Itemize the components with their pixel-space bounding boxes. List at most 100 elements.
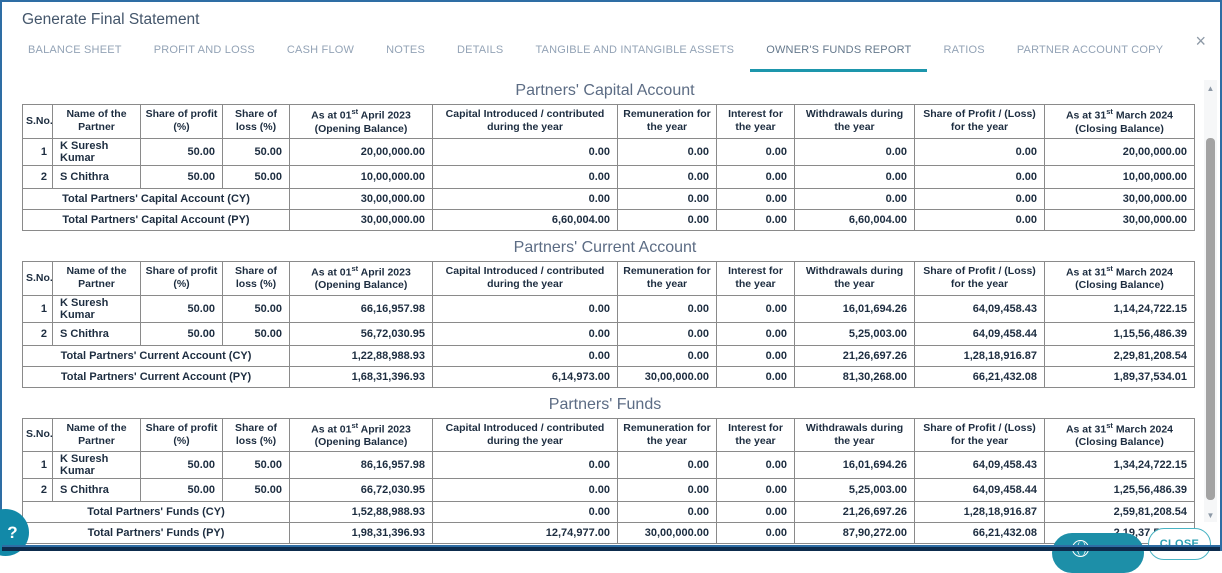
table-cell: 30,00,000.00	[289, 187, 433, 210]
column-header: As at 01st April 2023 (Opening Balance)	[289, 417, 433, 453]
table-cell: 0.00	[617, 187, 717, 210]
generate-final-statement-window: { "window": { "title": "Generate Final S…	[0, 0, 1222, 573]
table-cell: 2,59,81,208.54	[1044, 501, 1195, 524]
table-row: 1K Suresh Kumar 50.00 50.00 66,16,957.98 0.0…	[22, 294, 1195, 323]
column-header: Share of Profit / (Loss) for the year	[914, 417, 1045, 453]
table-cell: 66,21,432.08	[914, 522, 1045, 545]
table-row: 2S Chithra 50.00 50.00 56,72,030.95 0.00 0.00…	[22, 321, 1195, 346]
close-icon[interactable]: ×	[1195, 32, 1206, 50]
table-cell: 50.00	[222, 294, 290, 323]
column-header: Share of Profit / (Loss) for the year	[914, 260, 1045, 296]
column-header: Share of loss (%)	[222, 417, 290, 453]
table-cell: 0.00	[716, 187, 795, 210]
table-cell: 64,09,458.43	[914, 451, 1045, 480]
tab-details[interactable]: DETAILS	[441, 34, 519, 72]
column-header: Interest for the year	[716, 417, 795, 453]
table-cell: 2	[22, 164, 53, 189]
table-cell: 6,14,973.00	[432, 365, 618, 388]
header-row: S.No. Name of the Partner Share of profit …	[22, 417, 1195, 453]
total-row: Total Partners' Capital Account (CY) 30,0…	[22, 187, 1195, 210]
table-cell: 1,25,56,486.39	[1044, 478, 1195, 503]
table-cell: K Suresh Kumar	[52, 451, 141, 480]
table-cell: 10,00,000.00	[289, 164, 433, 189]
total-label: Total Partners' Current Account (PY)	[22, 365, 290, 388]
table-cell: 0.00	[432, 187, 618, 210]
table-cell: 0.00	[914, 208, 1045, 231]
table-cell: 0.00	[716, 365, 795, 388]
table-cell: 0.00	[716, 344, 795, 367]
report-section: Partners' Funds S.No. Name of the Partner S…	[22, 395, 1195, 545]
tab-profit-and-loss[interactable]: PROFIT AND LOSS	[138, 34, 271, 72]
table-cell: 5,25,003.00	[794, 478, 915, 503]
table-cell: 0.00	[432, 164, 618, 189]
table-cell: 66,72,030.95	[289, 478, 433, 503]
report-section: Partners' Current Account S.No. Name of th…	[22, 239, 1195, 388]
tab-notes[interactable]: NOTES	[370, 34, 441, 72]
tab-cash-flow[interactable]: CASH FLOW	[271, 34, 370, 72]
tab-owners-funds-report[interactable]: OWNER'S FUNDS REPORT	[750, 34, 928, 72]
table-cell: 0.00	[914, 187, 1045, 210]
table-cell: 81,30,268.00	[794, 365, 915, 388]
section-title: Partners' Funds	[548, 395, 662, 413]
table-cell: 30,00,000.00	[1044, 208, 1195, 231]
scroll-up-icon[interactable]: ▲	[1204, 84, 1217, 93]
total-label: Total Partners' Current Account (CY)	[22, 344, 290, 367]
table-cell: 64,09,458.43	[914, 294, 1045, 323]
column-header: As at 31st March 2024 (Closing Balance)	[1044, 104, 1195, 139]
tab-balance-sheet[interactable]: BALANCE SHEET	[12, 34, 138, 72]
question-icon: ?	[7, 522, 18, 542]
table-cell: 30,00,000.00	[617, 522, 717, 545]
table-cell: 2	[22, 478, 53, 503]
column-header: As at 01st April 2023 (Opening Balance)	[289, 260, 433, 296]
table-cell: 0.00	[794, 164, 915, 189]
table-cell: 21,26,697.26	[794, 344, 915, 367]
table-cell: 1,68,31,396.93	[289, 365, 433, 388]
table-cell: 20,00,000.00	[1044, 137, 1195, 166]
column-header: As at 01st April 2023 (Opening Balance)	[289, 104, 433, 139]
table-cell: 6,60,004.00	[794, 208, 915, 231]
table-cell: 87,90,272.00	[794, 522, 915, 545]
header-row: S.No. Name of the Partner Share of profit …	[22, 104, 1195, 139]
column-header: Share of profit (%)	[140, 104, 223, 139]
table-cell: 0.00	[432, 451, 618, 480]
section-title: Partners' Capital Account	[515, 82, 695, 99]
close-button[interactable]: CLOSE	[1148, 528, 1211, 560]
vertical-scrollbar[interactable]: ▲ ▼	[1204, 80, 1217, 522]
window-bottom-border	[2, 545, 1220, 551]
partners-table: S.No. Name of the Partner Share of profit …	[22, 417, 1195, 545]
table-cell: 1	[22, 451, 53, 480]
scrollbar-thumb[interactable]	[1206, 138, 1215, 500]
table-cell: 50.00	[140, 294, 223, 323]
table-cell: S Chithra	[52, 164, 141, 189]
table-cell: K Suresh Kumar	[52, 294, 141, 323]
table-row: 2S Chithra 50.00 50.00 10,00,000.00 0.00 0.00…	[22, 164, 1195, 189]
table-cell: 56,72,030.95	[289, 321, 433, 346]
tab-bar: BALANCE SHEET PROFIT AND LOSS CASH FLOW …	[12, 34, 1174, 72]
table-cell: 1,52,88,988.93	[289, 501, 433, 524]
tab-ratios[interactable]: RATIOS	[927, 34, 1000, 72]
report-section: Partners' Capital Account S.No. Name of th…	[22, 82, 1195, 231]
table-cell: 50.00	[222, 478, 290, 503]
table-cell: 10,00,000.00	[1044, 164, 1195, 189]
table-cell: 0.00	[716, 451, 795, 480]
table-cell: 21,26,697.26	[794, 501, 915, 524]
tab-tangible-and-intangible-assets[interactable]: TANGIBLE AND INTANGIBLE ASSETS	[519, 34, 750, 72]
column-header: Withdrawals during the year	[794, 104, 915, 139]
table-cell: 2	[22, 321, 53, 346]
table-cell: 0.00	[617, 208, 717, 231]
table-cell: 0.00	[432, 321, 618, 346]
table-cell: 50.00	[222, 137, 290, 166]
partners-table: S.No. Name of the Partner Share of profit …	[22, 260, 1195, 388]
table-cell: S Chithra	[52, 321, 141, 346]
table-cell: 0.00	[617, 451, 717, 480]
table-cell: 50.00	[140, 164, 223, 189]
tab-partner-account-copy[interactable]: PARTNER ACCOUNT COPY	[1001, 34, 1179, 72]
table-row: 2S Chithra 50.00 50.00 66,72,030.95 0.00 0.00…	[22, 478, 1195, 503]
scroll-down-icon[interactable]: ▼	[1204, 511, 1217, 520]
footer-action-button[interactable]	[1052, 533, 1144, 573]
table-cell: 64,09,458.44	[914, 478, 1045, 503]
table-cell: K Suresh Kumar	[52, 137, 141, 166]
column-header: Interest for the year	[716, 104, 795, 139]
column-header: Name of the Partner	[52, 260, 141, 296]
column-header: Name of the Partner	[52, 417, 141, 453]
